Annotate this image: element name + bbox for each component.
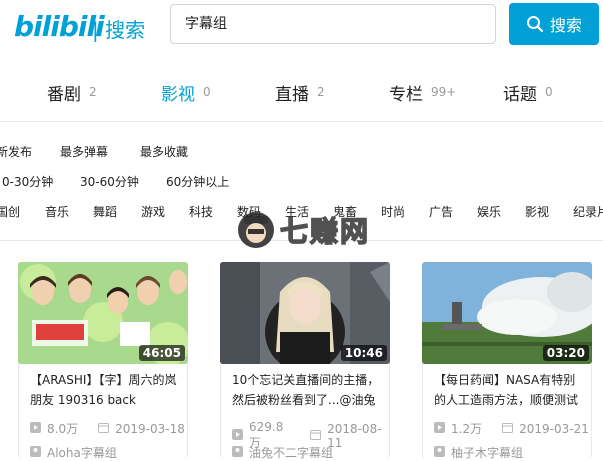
search-section-label: | 搜索 bbox=[92, 18, 146, 42]
tab-label: 番剧 bbox=[47, 84, 81, 105]
zone-option[interactable]: 音乐 bbox=[45, 203, 69, 220]
user-icon bbox=[434, 445, 445, 460]
calendar-icon bbox=[502, 422, 514, 436]
uploader-name[interactable]: 油兔不二字幕组 bbox=[249, 444, 333, 461]
user-icon bbox=[30, 445, 41, 460]
tabs-divider bbox=[0, 121, 603, 122]
duration-option[interactable]: 30-60分钟 bbox=[80, 173, 139, 190]
search-button-label: 搜索 bbox=[549, 16, 582, 35]
tab-count: 0 bbox=[545, 85, 553, 99]
tab-count: 2 bbox=[89, 85, 97, 99]
video-thumbnail[interactable]: 03:20 bbox=[422, 262, 592, 364]
zone-option[interactable]: 国创 bbox=[0, 203, 20, 220]
duration-option[interactable]: 60分钟以上 bbox=[166, 173, 229, 190]
video-card[interactable]: 03:20 【每日药闻】NASA有特别的人工造雨方法，顺便测试 1.2万 201… bbox=[422, 262, 592, 461]
calendar-icon bbox=[310, 429, 322, 443]
search-input[interactable]: 字幕组 bbox=[170, 4, 496, 44]
sort-option[interactable]: 最多收藏 bbox=[140, 143, 188, 160]
watermark: 七赚网 bbox=[236, 206, 406, 254]
view-count: 8.0万 bbox=[47, 422, 79, 436]
video-thumbnail[interactable]: 46:05 bbox=[18, 262, 188, 364]
upload-date: 2019-03-18 bbox=[115, 421, 185, 436]
watermark-text: 七赚网 bbox=[279, 214, 371, 249]
uploader-name[interactable]: 柚子木字幕组 bbox=[451, 444, 523, 461]
zone-option[interactable]: 舞蹈 bbox=[93, 203, 117, 220]
category-tabs: 番剧 2 影视 0 直播 2 专栏 99+ 话题 0 bbox=[0, 70, 603, 114]
zone-option[interactable]: 影视 bbox=[525, 203, 549, 220]
upload-date: 2019-03-21 bbox=[519, 421, 589, 436]
video-meta: 1.2万 2019-03-21 bbox=[434, 420, 589, 437]
video-thumbnail[interactable]: 10:46 bbox=[220, 262, 390, 364]
tab-label: 直播 bbox=[275, 84, 309, 105]
zone-option[interactable]: 纪录片 bbox=[573, 203, 603, 220]
video-duration: 10:46 bbox=[340, 345, 387, 361]
zone-option[interactable]: 娱乐 bbox=[477, 203, 501, 220]
video-meta: 8.0万 2019-03-18 bbox=[30, 420, 185, 437]
watermark-avatar-icon bbox=[238, 212, 274, 248]
zone-option[interactable]: 游戏 bbox=[141, 203, 165, 220]
video-duration: 03:20 bbox=[542, 345, 589, 361]
tab-movie[interactable]: 影视 0 bbox=[161, 70, 211, 114]
upload-date: 2018-08-11 bbox=[327, 421, 382, 450]
video-card[interactable]: 46:05 【ARASHI】【字】周六的岚朋友 190316 back 8.0万… bbox=[18, 262, 188, 461]
tab-count: 0 bbox=[203, 85, 211, 99]
sort-option[interactable]: 最多弹幕 bbox=[60, 143, 108, 160]
view-count: 1.2万 bbox=[451, 422, 483, 436]
tab-column[interactable]: 专栏 99+ bbox=[389, 70, 456, 114]
tab-count: 99+ bbox=[431, 85, 457, 99]
tab-count: 2 bbox=[317, 85, 325, 99]
uploader-name[interactable]: Aloha字幕组 bbox=[47, 444, 117, 461]
calendar-icon bbox=[98, 422, 110, 436]
search-button[interactable]: 搜索 bbox=[509, 3, 599, 45]
duration-option[interactable]: 0-30分钟 bbox=[2, 173, 53, 190]
uploader-row[interactable]: Aloha字幕组 bbox=[30, 444, 117, 461]
zone-option[interactable]: 科技 bbox=[189, 203, 213, 220]
search-icon bbox=[526, 16, 544, 33]
play-icon bbox=[232, 428, 243, 443]
play-icon bbox=[30, 421, 41, 436]
sort-option[interactable]: 新发布 bbox=[0, 143, 32, 160]
tab-topic[interactable]: 话题 0 bbox=[503, 70, 553, 114]
video-duration: 46:05 bbox=[138, 345, 185, 361]
video-title[interactable]: 【每日药闻】NASA有特别的人工造雨方法，顺便测试 bbox=[434, 370, 586, 410]
video-title[interactable]: 10个忘记关直播间的主播，然后被粉丝看到了...@油兔 bbox=[232, 370, 384, 410]
tab-label: 影视 bbox=[161, 84, 195, 105]
uploader-row[interactable]: 柚子木字幕组 bbox=[434, 444, 523, 461]
tab-live[interactable]: 直播 2 bbox=[275, 70, 325, 114]
uploader-row[interactable]: 油兔不二字幕组 bbox=[232, 444, 333, 461]
zone-option[interactable]: 广告 bbox=[429, 203, 453, 220]
play-icon bbox=[434, 421, 445, 436]
video-card[interactable]: 10:46 10个忘记关直播间的主播，然后被粉丝看到了...@油兔 629.8万… bbox=[220, 262, 390, 461]
tab-label: 话题 bbox=[503, 84, 537, 105]
bilibili-logo[interactable]: bilibili bbox=[14, 10, 105, 43]
tab-bangumi[interactable]: 番剧 2 bbox=[47, 70, 97, 114]
user-icon bbox=[232, 445, 243, 460]
tab-label: 专栏 bbox=[389, 84, 423, 105]
video-title[interactable]: 【ARASHI】【字】周六的岚朋友 190316 back bbox=[30, 370, 182, 410]
